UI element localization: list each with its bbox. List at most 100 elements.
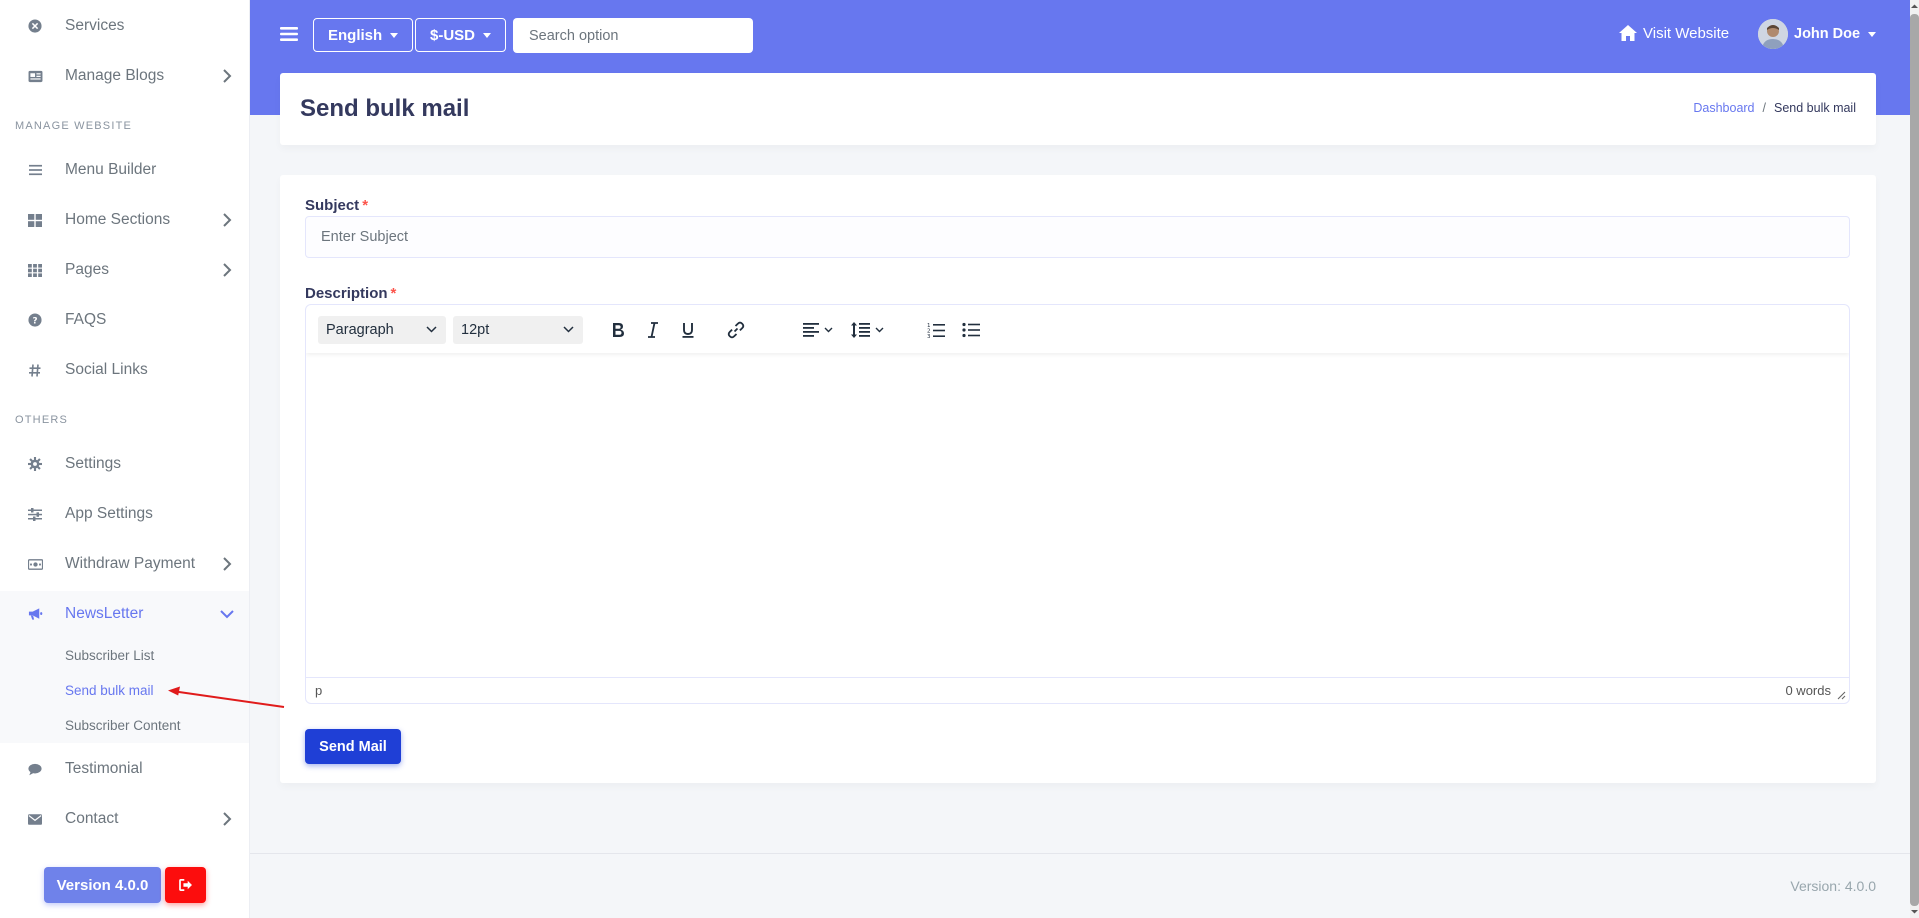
visit-website-label: Visit Website: [1643, 24, 1730, 42]
bold-button[interactable]: [606, 316, 630, 344]
cog-icon: [27, 456, 43, 472]
visit-website-link[interactable]: Visit Website: [1618, 24, 1729, 42]
chevron-right-icon: [223, 812, 232, 826]
sidebar-header-manage-website: MANAGE WEBSITE: [15, 120, 133, 132]
bullet-list-button[interactable]: [959, 316, 983, 344]
submenu-item-subscriber-content[interactable]: Subscriber Content: [65, 718, 181, 733]
sidebar-item-faqs[interactable]: ? FAQS: [0, 297, 249, 343]
sidebar-item-newsletter[interactable]: NewsLetter: [0, 591, 249, 637]
sidebar-item-contact[interactable]: Contact: [0, 796, 249, 842]
sidebar-item-label: Settings: [65, 455, 122, 472]
font-size-select[interactable]: 12pt: [453, 316, 583, 344]
sidebar-item-label: Contact: [65, 810, 119, 827]
hashtag-icon: [27, 362, 43, 378]
sidebar-item-label: NewsLetter: [65, 605, 144, 622]
caret-down-icon: [1868, 31, 1877, 37]
line-height-dropdown[interactable]: [851, 316, 889, 344]
sidebar-item-manage-blogs[interactable]: Manage Blogs: [0, 53, 249, 99]
language-dropdown[interactable]: English: [313, 18, 414, 52]
sidebar-item-label: Menu Builder: [65, 161, 157, 178]
block-format-select[interactable]: Paragraph: [318, 316, 446, 344]
sidebar-item-label: FAQS: [65, 311, 107, 328]
envelope-icon: [27, 811, 43, 827]
submenu-item-subscriber-list[interactable]: Subscriber List: [65, 648, 154, 663]
sidebar: Services Manage Blogs MANAGE WEBSITE Men…: [0, 0, 250, 918]
user-dropdown[interactable]: John Doe: [1758, 19, 1877, 49]
sidebar-item-services[interactable]: Services: [0, 3, 249, 49]
search-input[interactable]: [513, 18, 753, 53]
bars-icon: [27, 162, 43, 178]
section-header: Send bulk mail Dashboard / Send bulk mai…: [280, 73, 1876, 145]
sidebar-item-label: Social Links: [65, 361, 148, 378]
subject-input[interactable]: [305, 216, 1850, 258]
line-height-icon: [851, 322, 884, 338]
avatar: [1758, 19, 1788, 49]
required-mark: *: [390, 285, 397, 302]
annotation-arrow: [168, 686, 285, 708]
sidebar-item-social-links[interactable]: Social Links: [0, 347, 249, 393]
chevron-right-icon: [223, 69, 232, 83]
word-count[interactable]: 0 words: [1785, 683, 1831, 698]
logout-button[interactable]: [165, 867, 206, 903]
underline-button[interactable]: [676, 316, 700, 344]
sidebar-item-menu-builder[interactable]: Menu Builder: [0, 147, 249, 193]
breadcrumb-current: Send bulk mail: [1774, 101, 1856, 115]
sidebar-item-withdraw-payment[interactable]: Withdraw Payment: [0, 541, 249, 587]
sidebar-item-label: Manage Blogs: [65, 67, 165, 84]
sidebar-item-label: Services: [65, 17, 125, 34]
caret-down-icon: [483, 32, 492, 38]
sidebar-item-home-sections[interactable]: Home Sections: [0, 197, 249, 243]
scroll-up-icon[interactable]: [1910, 2, 1919, 11]
sidebar-item-label: Withdraw Payment: [65, 555, 196, 572]
link-icon: [727, 321, 745, 339]
sidebar-item-settings[interactable]: Settings: [0, 441, 249, 487]
align-dropdown[interactable]: [802, 316, 840, 344]
breadcrumb-separator: /: [1762, 101, 1766, 115]
th-icon: [27, 262, 43, 278]
sidebar-item-label: App Settings: [65, 505, 153, 522]
editor-content-area[interactable]: [306, 353, 1849, 677]
chevron-right-icon: [223, 213, 232, 227]
sidebar-item-pages[interactable]: Pages: [0, 247, 249, 293]
version-button[interactable]: Version 4.0.0: [44, 867, 161, 903]
page-scrollbar-thumb[interactable]: [1910, 14, 1919, 906]
numbered-list-icon: 123: [927, 322, 945, 339]
element-path[interactable]: p: [315, 683, 322, 698]
submenu-item-send-bulk-mail[interactable]: Send bulk mail: [65, 683, 154, 698]
block-format-value: Paragraph: [326, 322, 394, 338]
currency-label: $-USD: [430, 26, 476, 44]
bullhorn-icon: [27, 606, 43, 622]
chevron-right-icon: [223, 557, 232, 571]
description-label-text: Description: [305, 285, 388, 302]
user-name: John Doe: [1794, 26, 1861, 42]
align-left-icon: [803, 323, 833, 337]
caret-down-icon: [390, 32, 399, 38]
menu-toggle-icon[interactable]: [280, 26, 298, 44]
currency-dropdown[interactable]: $-USD: [415, 18, 507, 52]
scroll-down-icon[interactable]: [1910, 907, 1919, 916]
bulk-mail-form-card: Subject* Description* Paragraph 12pt: [280, 175, 1876, 783]
sidebar-item-label: Testimonial: [65, 760, 143, 777]
grid-icon: [27, 212, 43, 228]
svg-text:?: ?: [32, 317, 37, 327]
numbered-list-button[interactable]: 123: [924, 316, 948, 344]
chevron-down-icon: [563, 326, 574, 333]
sidebar-header-others: OTHERS: [15, 414, 69, 426]
bold-icon: [613, 323, 624, 337]
italic-button[interactable]: [641, 316, 665, 344]
resize-handle-icon[interactable]: [1837, 691, 1846, 700]
svg-text:3: 3: [927, 334, 931, 339]
rich-text-editor: Paragraph 12pt 1 2 3 p 0 words: [305, 304, 1850, 704]
chevron-down-icon: [426, 326, 437, 333]
breadcrumb-dashboard[interactable]: Dashboard: [1693, 101, 1754, 115]
subject-label-text: Subject: [305, 197, 360, 214]
sidebar-item-app-settings[interactable]: App Settings: [0, 491, 249, 537]
sidebar-item-label: Home Sections: [65, 211, 171, 228]
sidebar-item-label: Pages: [65, 261, 109, 278]
footer-version: Version: 4.0.0: [1790, 878, 1876, 894]
sidebar-item-testimonial[interactable]: Testimonial: [0, 746, 249, 792]
underline-icon: [682, 323, 694, 338]
link-button[interactable]: [722, 316, 750, 344]
send-mail-button[interactable]: Send Mail: [305, 729, 401, 764]
required-mark: *: [362, 197, 369, 214]
